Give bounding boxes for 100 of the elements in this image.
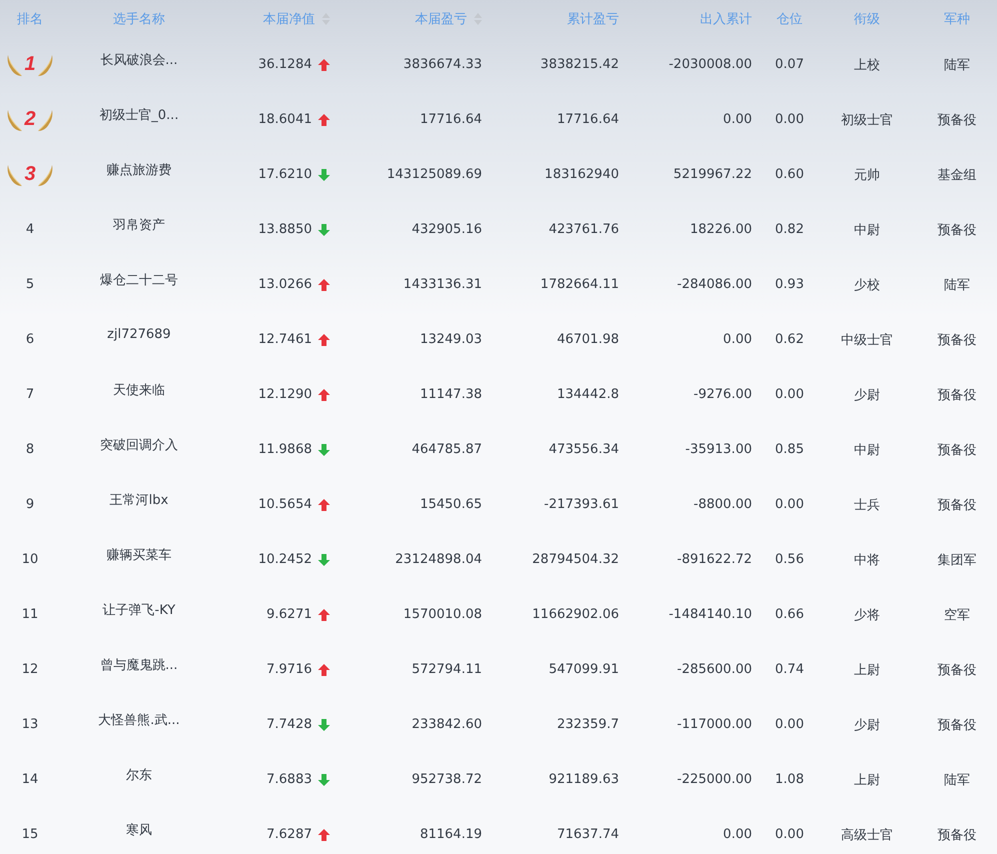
rank-number: 15 <box>22 827 38 842</box>
rank-number: 6 <box>26 332 34 347</box>
table-cell-text: 预备役 <box>938 826 976 844</box>
table-cell: 0.85 <box>775 442 804 457</box>
rank-number: 2 <box>24 108 36 131</box>
table-cell: 23124898.04 <box>395 552 482 567</box>
table-cell: 0.07 <box>775 57 804 72</box>
player-name[interactable]: 大怪兽熊.武... <box>98 710 180 728</box>
table-cell-text: 少将 <box>854 606 880 624</box>
table-cell: 464785.87 <box>412 442 482 457</box>
table-cell-text: 预备役 <box>938 386 976 404</box>
table-cell-text: 上尉 <box>854 772 880 788</box>
rank-number: 3 <box>24 163 36 186</box>
rank-number: 1 <box>24 53 36 76</box>
table-cell-text: 中级士官 <box>841 332 893 348</box>
table-cell: 1570010.08 <box>403 607 482 622</box>
table-cell-text: 预备役 <box>938 662 976 678</box>
table-cell: 232359.7 <box>556 717 619 732</box>
table-cell: 28794504.32 <box>532 552 619 567</box>
table-cell: 3838215.42 <box>540 57 619 72</box>
table-cell-text: 少校 <box>854 276 880 294</box>
rank-number: 9 <box>26 497 34 512</box>
table-cell: 11662902.06 <box>532 607 619 622</box>
player-name[interactable]: 让子弹飞-KY <box>102 600 176 618</box>
player-name[interactable]: 尔东 <box>126 766 152 784</box>
table-cell: 1433136.31 <box>403 277 482 292</box>
table-cell-text: 上校 <box>854 56 880 74</box>
table-cell: 11.9868 <box>258 442 312 457</box>
player-name[interactable]: 天使来临 <box>113 380 165 398</box>
table-cell-text: 集团军 <box>938 552 976 568</box>
table-cell: 36.1284 <box>258 57 312 72</box>
table-cell: 9.6271 <box>266 607 312 622</box>
column-header: 衔级 <box>854 10 880 28</box>
rank-number: 4 <box>26 222 34 237</box>
table-cell: 12.7461 <box>258 332 312 347</box>
column-header: 排名 <box>17 10 43 28</box>
player-name[interactable]: 长风破浪会... <box>100 50 178 68</box>
table-cell: 183162940 <box>544 167 619 182</box>
rank-number: 14 <box>22 772 38 787</box>
player-name[interactable]: 爆仓二十二号 <box>100 270 178 288</box>
table-cell-text: 中尉 <box>854 442 880 458</box>
table-cell: -285600.00 <box>677 662 752 677</box>
table-cell: 432905.16 <box>412 222 482 237</box>
table-cell-text: 预备役 <box>938 112 976 128</box>
table-cell-text: 中将 <box>854 552 880 568</box>
table-cell: 0.74 <box>775 662 804 677</box>
table-cell-text: 上尉 <box>854 662 880 678</box>
table-cell-text: 预备役 <box>938 332 976 348</box>
table-cell: 0.00 <box>723 112 752 127</box>
player-name[interactable]: zjl727689 <box>107 327 171 342</box>
table-cell-text: 少尉 <box>854 386 880 404</box>
table-cell: 13.8850 <box>258 222 312 237</box>
rank-number: 12 <box>22 662 38 677</box>
table-cell: 71637.74 <box>556 827 619 842</box>
table-cell-text: 陆军 <box>944 56 970 74</box>
rank-number: 8 <box>26 442 34 457</box>
rank-number: 7 <box>26 387 34 402</box>
table-cell-text: 预备役 <box>938 222 976 238</box>
table-cell-text: 陆军 <box>944 772 970 788</box>
table-cell: 0.82 <box>775 222 804 237</box>
table-cell-text: 预备役 <box>938 442 976 458</box>
player-name[interactable]: 羽帛资产 <box>113 216 165 234</box>
table-cell: -284086.00 <box>677 277 752 292</box>
table-cell: -9276.00 <box>694 387 752 402</box>
table-cell: 0.62 <box>775 332 804 347</box>
table-cell-text: 基金组 <box>938 166 976 184</box>
table-cell: 7.9716 <box>266 662 312 677</box>
player-name[interactable]: 赚点旅游费 <box>106 160 172 178</box>
table-cell: 473556.34 <box>548 442 619 457</box>
table-cell: 1.08 <box>775 772 804 787</box>
player-name[interactable]: 曾与魔鬼跳... <box>100 656 178 674</box>
table-cell: 0.56 <box>775 552 804 567</box>
table-cell-text: 空军 <box>944 606 970 624</box>
table-cell-text: 陆军 <box>944 276 970 294</box>
table-cell: -8800.00 <box>694 497 752 512</box>
player-name[interactable]: 寒风 <box>126 820 152 838</box>
column-header: 选手名称 <box>113 10 165 28</box>
table-cell: 547099.91 <box>548 662 619 677</box>
player-name[interactable]: 突破回调介入 <box>100 436 178 454</box>
table-cell: 3836674.33 <box>403 57 482 72</box>
table-cell: 0.00 <box>775 112 804 127</box>
table-cell: -1484140.10 <box>668 607 752 622</box>
table-cell-text: 士兵 <box>854 496 880 514</box>
table-cell: 0.00 <box>775 497 804 512</box>
table-cell: 46701.98 <box>556 332 619 347</box>
table-cell: 18.6041 <box>258 112 312 127</box>
table-cell: 11147.38 <box>420 387 482 402</box>
player-name[interactable]: 初级士官_0... <box>99 106 179 124</box>
table-cell-text: 中尉 <box>854 222 880 238</box>
player-name[interactable]: 王常河lbx <box>110 490 168 508</box>
player-name[interactable]: 赚辆买菜车 <box>106 546 172 564</box>
rank-number: 10 <box>22 552 38 567</box>
table-cell: 15450.65 <box>420 497 482 512</box>
table-cell: 0.60 <box>775 167 804 182</box>
table-cell: 233842.60 <box>412 717 482 732</box>
table-cell: -117000.00 <box>677 717 752 732</box>
table-cell: 134442.8 <box>556 387 619 402</box>
column-header: 累计盈亏 <box>567 10 619 28</box>
table-cell: 0.00 <box>723 827 752 842</box>
table-cell: 7.7428 <box>266 717 312 732</box>
